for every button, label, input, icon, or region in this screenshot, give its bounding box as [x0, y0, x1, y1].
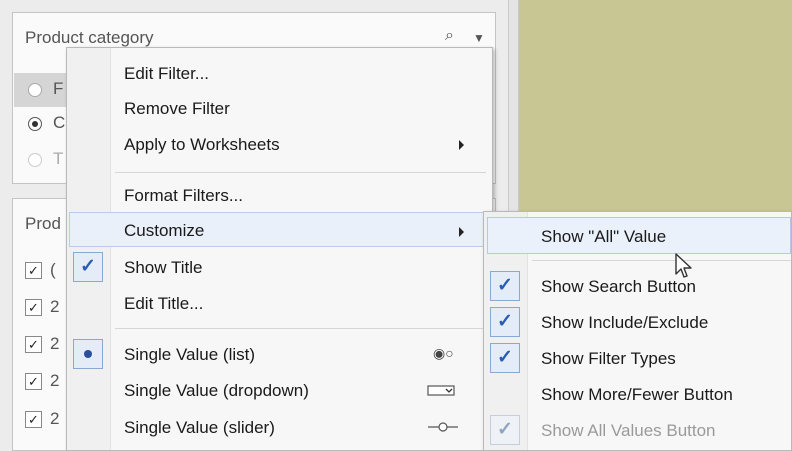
- dropdown-icon: [427, 384, 457, 402]
- checkbox[interactable]: ✓: [25, 373, 42, 390]
- menu-gutter: [67, 48, 111, 450]
- menu-item-show-title[interactable]: Show Title: [124, 258, 202, 278]
- menu-item-single-value-dropdown[interactable]: Single Value (dropdown): [124, 381, 309, 401]
- filter-title: Prod: [25, 214, 61, 233]
- customize-submenu: Show "All" Value ✓ Show Search Button ✓ …: [483, 211, 792, 451]
- menu-item-edit-filter[interactable]: Edit Filter...: [124, 64, 209, 84]
- submenu-arrow-icon: [459, 140, 464, 150]
- submenu-item-show-search-button[interactable]: Show Search Button: [541, 277, 696, 297]
- search-icon[interactable]: ⌕: [445, 27, 454, 45]
- submenu-item-show-include-exclude[interactable]: Show Include/Exclude: [541, 313, 708, 333]
- filter-title: Product category: [25, 28, 154, 47]
- menu-separator: [115, 172, 486, 173]
- radio-row-highlight: [14, 73, 74, 107]
- radio-option-selected[interactable]: [28, 117, 42, 131]
- menu-separator: [115, 328, 486, 329]
- option-label: T: [53, 149, 64, 168]
- submenu-arrow-icon: [459, 227, 464, 237]
- check-icon: ✓: [490, 415, 520, 445]
- menu-item-remove-filter[interactable]: Remove Filter: [124, 99, 230, 119]
- checkbox[interactable]: ✓: [25, 411, 42, 428]
- menu-item-apply-to-worksheets[interactable]: Apply to Worksheets: [124, 135, 280, 155]
- option-label: 2: [50, 334, 60, 353]
- option-label: 2: [50, 297, 60, 316]
- check-icon: ✓: [490, 343, 520, 373]
- radio-list-icon: ◉○: [433, 345, 454, 361]
- option-label: 2: [50, 371, 60, 390]
- menu-separator: [532, 260, 791, 261]
- radio-option[interactable]: [28, 153, 42, 167]
- filter-context-menu: Edit Filter... Remove Filter Apply to Wo…: [66, 47, 493, 451]
- menu-item-customize[interactable]: Customize: [124, 221, 204, 241]
- check-icon: ✓: [73, 252, 103, 282]
- worksheet-view: [519, 0, 792, 212]
- submenu-item-show-all-value[interactable]: Show "All" Value: [541, 227, 666, 247]
- menu-item-single-value-list[interactable]: Single Value (list): [124, 345, 255, 365]
- slider-icon: [427, 420, 459, 438]
- checkbox[interactable]: ✓: [25, 262, 42, 279]
- radio-option[interactable]: [28, 83, 42, 97]
- mouse-pointer-icon: [674, 252, 694, 285]
- radio-dot-icon: [73, 339, 103, 369]
- submenu-item-show-filter-types[interactable]: Show Filter Types: [541, 349, 676, 369]
- submenu-item-show-all-values-button: Show All Values Button: [541, 421, 716, 440]
- menu-item-single-value-slider[interactable]: Single Value (slider): [124, 418, 275, 438]
- submenu-item-show-more-fewer-button[interactable]: Show More/Fewer Button: [541, 385, 733, 405]
- check-icon: ✓: [490, 271, 520, 301]
- menu-item-edit-title[interactable]: Edit Title...: [124, 294, 203, 314]
- checkbox[interactable]: ✓: [25, 336, 42, 353]
- chevron-down-icon[interactable]: ▼: [473, 31, 485, 45]
- checkbox[interactable]: ✓: [25, 299, 42, 316]
- option-label: C: [53, 113, 66, 132]
- check-icon: ✓: [490, 307, 520, 337]
- option-label: 2: [50, 409, 60, 428]
- menu-item-format-filters[interactable]: Format Filters...: [124, 186, 243, 206]
- option-label: (: [50, 260, 56, 279]
- option-label: F: [53, 79, 64, 98]
